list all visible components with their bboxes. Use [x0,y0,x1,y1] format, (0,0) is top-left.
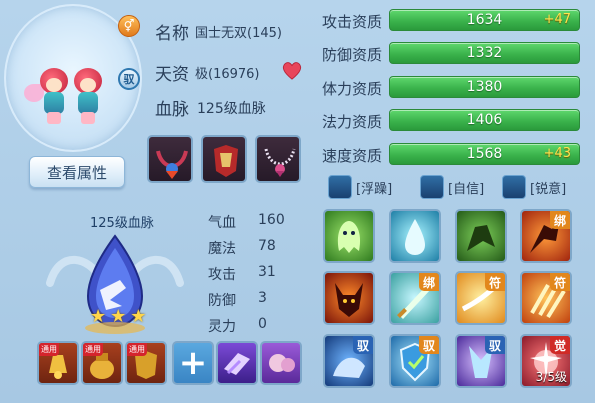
apt-magic-label: 法力资质 [322,113,383,131]
skill-slot-2[interactable] [389,209,441,263]
trait-1-name: [浮躁] [356,181,393,197]
trait-3[interactable]: [锐意] [502,174,566,200]
apt-defense-value: 1332 [466,45,503,61]
tame-badge: 驭 [353,336,373,354]
stat-defense-label: 防御 [208,293,236,309]
stat-mp-value: 78 [258,238,276,254]
equip-slot-1[interactable] [147,135,193,183]
apt-speed-bar: 1568 +43 [389,143,580,165]
stat-hp-label: 气血 [208,215,236,231]
ghost-green-icon [337,221,361,253]
name-value: 国士无双(145) [195,26,282,41]
item-slot-2[interactable]: 通用 [81,341,123,385]
equip-slot-3[interactable] [255,135,301,183]
talisman-badge: 符 [550,273,570,291]
star-icon: ★ [90,306,107,327]
trait-3-name: [锐意] [530,181,567,197]
apt-stamina-label: 体力资质 [322,80,383,98]
plus-icon: + [178,343,208,383]
item-slot-4[interactable] [216,341,258,385]
gender-icon: ⚥ [118,15,140,37]
crystal-purple-icon [224,353,250,375]
apt-attack-bar: 1634 +47 [389,9,580,31]
bound-badge: 绑 [419,273,439,291]
equip-slot-2[interactable] [201,135,247,183]
item-slot-5[interactable] [260,341,302,385]
bloodline-value: 125级血脉 [197,101,266,117]
trait-2[interactable]: [自信] [420,174,484,200]
fist-purple-icon [269,354,295,372]
apt-attack-label: 攻击资质 [322,13,383,31]
trait-wave-icon [502,175,526,199]
apt-speed-bonus: +43 [543,146,571,161]
trait-2-name: [自信] [448,181,485,197]
pet-detail-panel: ⚥ 驭 名称 国士无双(145) 天资 极(16976) 血脉 125级血脉 查… [0,0,595,403]
talent-value: 极(16976) [195,67,260,82]
awaken-badge: 觉 [550,336,570,354]
apt-defense-label: 防御资质 [322,46,383,64]
stat-spirit-label: 灵力 [208,319,236,335]
trait-1[interactable]: [浮躁] [328,174,392,200]
pet-sprite [24,66,116,128]
universal-tag: 通用 [83,343,103,356]
apt-attack-bonus: +47 [543,12,571,27]
bound-badge: 绑 [550,211,570,229]
skill-slot-8[interactable]: 符 [520,271,572,325]
apt-magic-value: 1406 [466,112,503,128]
skill-slot-10[interactable]: 驭 [389,334,441,388]
shadow-green-icon [467,225,495,251]
skill-slot-1[interactable] [323,209,375,263]
universal-tag: 通用 [39,343,59,356]
talent-label: 天资 [155,65,189,85]
necklace-flame-icon [156,150,188,179]
apt-magic-bar: 1406 [389,109,580,131]
name-label: 名称 [155,24,189,44]
skill-slot-11[interactable]: 驭 [455,334,507,388]
add-item-button[interactable]: + [172,341,214,385]
trait-wave-icon [420,175,444,199]
apt-defense-bar: 1332 [389,42,580,64]
necklace-pearl-icon [264,148,296,177]
universal-tag: 通用 [127,343,147,356]
heart-icon[interactable] [281,60,303,80]
skill-slot-7[interactable]: 符 [455,271,507,325]
talisman-badge: 符 [485,273,505,291]
tame-badge: 驭 [485,336,505,354]
bind-badge-icon: 驭 [118,68,140,90]
skill-level-label: 3/5级 [535,370,567,384]
skill-slot-3[interactable] [455,209,507,263]
view-attributes-button[interactable]: 查看属性 [29,156,125,188]
apt-stamina-value: 1380 [466,79,503,95]
stat-hp-value: 160 [258,212,285,228]
item-slot-1[interactable]: 通用 [37,341,79,385]
bloodline-label: 血脉 [155,100,189,120]
bloodline-stars: ★ ★ ★ [90,306,146,327]
apt-speed-label: 速度资质 [322,147,383,165]
water-blue-icon [405,219,425,255]
skill-slot-6[interactable]: 绑 [389,271,441,325]
stat-spirit-value: 0 [258,316,267,332]
demon-horn-icon [335,283,363,317]
tame-badge: 驭 [419,336,439,354]
apt-stamina-bar: 1380 [389,76,580,98]
skill-slot-4[interactable]: 绑 [520,209,572,263]
star-icon: ★ [110,306,127,327]
trait-wave-icon [328,175,352,199]
skill-slot-12[interactable]: 觉 3/5级 [520,334,572,388]
skill-slot-9[interactable]: 驭 [323,334,375,388]
armor-red-icon [214,145,238,177]
star-icon: ★ [130,306,147,327]
stat-defense-value: 3 [258,290,267,306]
stat-attack-label: 攻击 [208,267,236,283]
item-slot-3[interactable]: 通用 [125,341,167,385]
stat-mp-label: 魔法 [208,241,236,257]
skill-slot-5[interactable] [323,271,375,325]
stat-attack-value: 31 [258,264,276,280]
